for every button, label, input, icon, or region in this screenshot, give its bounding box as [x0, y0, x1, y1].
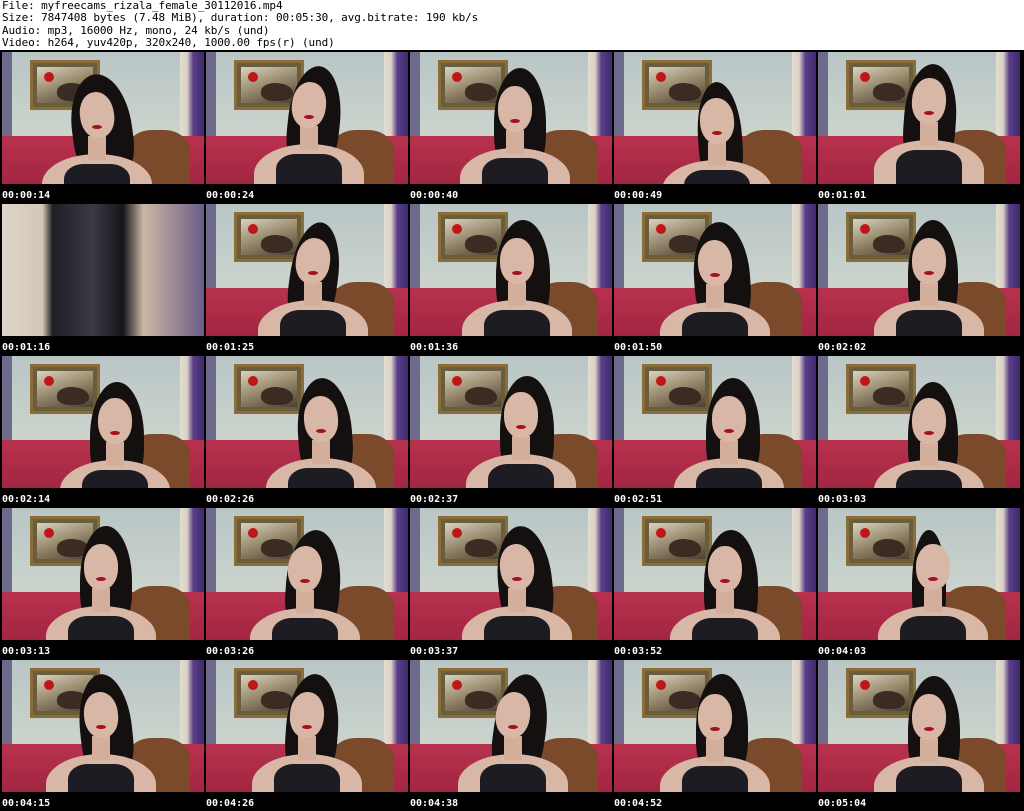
thumbnail-cell: 00:04:38	[408, 658, 612, 810]
thumbnail-timestamp: 00:01:16	[2, 342, 51, 353]
video-frame-image	[614, 508, 816, 640]
video-frame-image	[206, 52, 408, 184]
thumbnail-timestamp: 00:02:51	[614, 494, 663, 505]
thumbnail-timestamp: 00:04:03	[818, 646, 867, 657]
thumbnail-cell: 00:04:26	[204, 658, 408, 810]
thumbnail-timestamp: 00:04:52	[614, 798, 663, 809]
thumbnail-timestamp: 00:01:25	[206, 342, 255, 353]
thumbnail-cell: 00:03:37	[408, 506, 612, 658]
thumbnail-cell: 00:02:37	[408, 354, 612, 506]
thumbnail-timestamp: 00:04:38	[410, 798, 459, 809]
video-frame-image	[206, 356, 408, 488]
thumbnail-cell: 00:00:40	[408, 50, 612, 202]
thumbnail-timestamp: 00:05:04	[818, 798, 867, 809]
thumbnail-timestamp: 00:01:36	[410, 342, 459, 353]
thumbnail-cell: 00:00:49	[612, 50, 816, 202]
video-frame-image	[2, 660, 204, 792]
file-size-line: Size: 7847408 bytes (7.48 MiB), duration…	[2, 11, 479, 25]
video-frame-image	[206, 660, 408, 792]
video-frame-image	[818, 356, 1020, 488]
video-frame-image	[614, 204, 816, 336]
thumbnail-cell: 00:02:26	[204, 354, 408, 506]
thumbnail-cell: 00:02:14	[0, 354, 204, 506]
thumbnail-timestamp: 00:03:52	[614, 646, 663, 657]
thumbnail-timestamp: 00:00:24	[206, 190, 255, 201]
video-info-line: Video: h264, yuv420p, 320x240, 1000.00 f…	[2, 36, 335, 50]
thumbnail-cell: 00:03:13	[0, 506, 204, 658]
thumbnail-timestamp: 00:02:14	[2, 494, 51, 505]
video-frame-image	[206, 508, 408, 640]
thumbnail-timestamp: 00:03:26	[206, 646, 255, 657]
thumbnail-timestamp: 00:03:03	[818, 494, 867, 505]
video-frame-image	[410, 508, 612, 640]
thumbnail-cell: 00:01:50	[612, 202, 816, 354]
thumbnail-timestamp: 00:03:13	[2, 646, 51, 657]
video-frame-image	[2, 52, 204, 184]
video-frame-image	[206, 204, 408, 336]
thumbnail-timestamp: 00:00:40	[410, 190, 459, 201]
thumbnail-sheet: 00:00:14 00:00:24 00:00:40 00:00:49 00:01:01…	[0, 50, 1024, 811]
video-frame-image	[818, 204, 1020, 336]
thumbnail-timestamp: 00:04:26	[206, 798, 255, 809]
video-frame-image	[2, 204, 204, 336]
thumbnail-cell: 00:01:16	[0, 202, 204, 354]
thumbnail-cell: 00:00:24	[204, 50, 408, 202]
thumbnail-timestamp: 00:02:37	[410, 494, 459, 505]
file-info-header: File: myfreecams_rizala_female_30112016.…	[2, 0, 1022, 50]
thumbnail-timestamp: 00:02:02	[818, 342, 867, 353]
video-frame-image	[818, 52, 1020, 184]
thumbnail-timestamp: 00:01:50	[614, 342, 663, 353]
thumbnail-cell: 00:01:25	[204, 202, 408, 354]
thumbnail-cell: 00:03:03	[816, 354, 1020, 506]
thumbnail-cell: 00:03:52	[612, 506, 816, 658]
thumbnail-timestamp: 00:03:37	[410, 646, 459, 657]
thumbnail-timestamp: 00:00:49	[614, 190, 663, 201]
thumbnail-cell: 00:04:03	[816, 506, 1020, 658]
thumbnail-cell: 00:02:51	[612, 354, 816, 506]
video-frame-image	[410, 204, 612, 336]
thumbnail-cell: 00:00:14	[0, 50, 204, 202]
thumbnail-cell: 00:01:36	[408, 202, 612, 354]
thumbnail-timestamp: 00:00:14	[2, 190, 51, 201]
video-frame-image	[614, 52, 816, 184]
thumbnail-timestamp: 00:04:15	[2, 798, 51, 809]
thumbnail-cell: 00:02:02	[816, 202, 1020, 354]
thumbnail-cell: 00:04:52	[612, 658, 816, 810]
thumbnail-timestamp: 00:01:01	[818, 190, 867, 201]
video-frame-image	[2, 508, 204, 640]
video-frame-image	[2, 356, 204, 488]
thumbnail-timestamp: 00:02:26	[206, 494, 255, 505]
thumbnail-cell: 00:03:26	[204, 506, 408, 658]
thumbnail-cell: 00:05:04	[816, 658, 1020, 810]
video-frame-image	[818, 508, 1020, 640]
video-frame-image	[410, 356, 612, 488]
video-frame-image	[614, 660, 816, 792]
video-frame-image	[410, 52, 612, 184]
thumbnail-cell: 00:04:15	[0, 658, 204, 810]
video-frame-image	[614, 356, 816, 488]
video-frame-image	[818, 660, 1020, 792]
thumbnail-cell: 00:01:01	[816, 50, 1020, 202]
video-frame-image	[410, 660, 612, 792]
